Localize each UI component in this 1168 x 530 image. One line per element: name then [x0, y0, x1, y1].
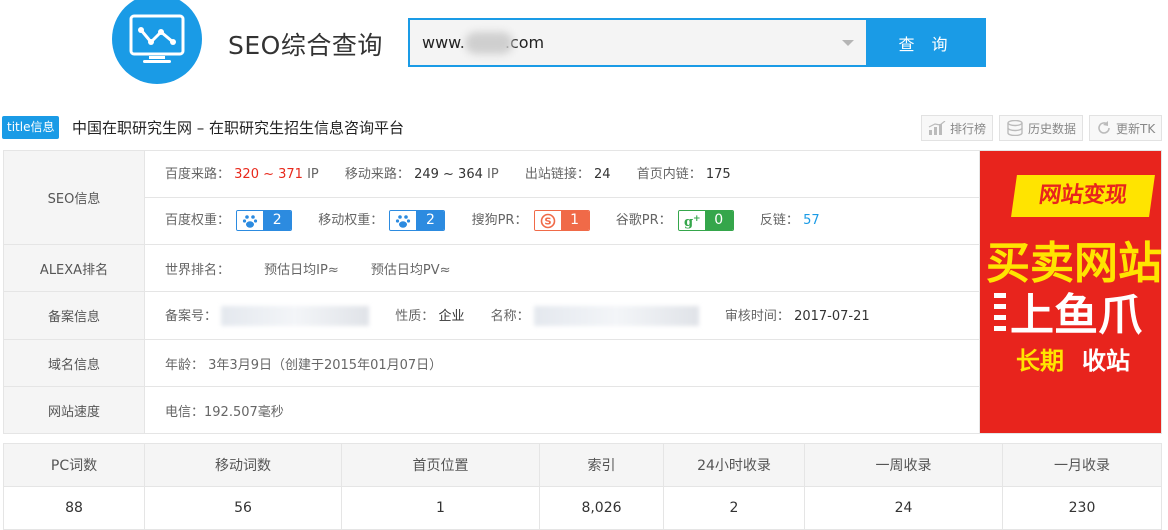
- speed-label: 网站速度: [3, 386, 145, 434]
- svg-text:S: S: [544, 216, 551, 227]
- site-logo[interactable]: [112, 0, 202, 84]
- seo-info-table: SEO信息 百度来路： 320 ~ 371 IP 移动来路： 249 ~ 364…: [3, 150, 1162, 434]
- baidu-weight: 百度权重： 2: [165, 198, 293, 244]
- seo-info-content: 百度来路： 320 ~ 371 IP 移动来路： 249 ~ 364 IP 出站…: [144, 150, 980, 245]
- stats-header: 一月收录: [1002, 443, 1162, 487]
- icp-name: 名称：: [491, 305, 699, 327]
- svg-text:+: +: [693, 214, 701, 224]
- est-daily-ip: 预估日均IP≈: [264, 262, 339, 278]
- indexed-month-value[interactable]: 230: [1002, 486, 1162, 530]
- icp-number: 备案号：: [165, 305, 370, 327]
- search-box[interactable]: www. .com: [408, 18, 868, 67]
- stats-header: PC词数: [3, 443, 145, 487]
- stats-header: 移动词数: [144, 443, 342, 487]
- search-value-prefix: www.: [422, 33, 465, 52]
- site-title: SEO综合查询: [228, 31, 383, 60]
- google-pr: 谷歌PR： g +0: [616, 198, 734, 244]
- indexed-24h-value[interactable]: 2: [663, 486, 805, 530]
- icp-name-value: [533, 306, 699, 327]
- backlinks: 反链： 57: [759, 213, 820, 228]
- weight-row: 百度权重： 2 移动权重： 2 搜狗PR： S1 谷歌PR： g +0 反链： 5…: [145, 198, 979, 244]
- seo-info-label: SEO信息: [3, 150, 145, 245]
- refresh-icon: [1098, 121, 1110, 134]
- icp-label: 备案信息: [3, 291, 145, 340]
- stats-header: 一周收录: [804, 443, 1003, 487]
- index-value[interactable]: 8,026: [539, 486, 664, 530]
- baidu-paw-icon: [396, 214, 411, 228]
- ad-top-text: 网站变现: [1011, 175, 1155, 217]
- bar-chart-icon: [928, 121, 946, 135]
- database-icon: [1007, 120, 1023, 136]
- est-daily-pv: 预估日均PV≈: [370, 262, 451, 278]
- ad-big-text: 上鱼爪: [1010, 290, 1142, 341]
- sogou-icon: S: [540, 213, 555, 228]
- sogou-pr-badge[interactable]: S1: [533, 210, 590, 231]
- domain-age: 3年3月9日: [208, 357, 272, 373]
- indexed-week-value[interactable]: 24: [804, 486, 1003, 530]
- ad-banner[interactable]: 网站变现 买卖网站 上鱼爪 长期 收站: [980, 151, 1161, 385]
- icp-number-value[interactable]: [221, 306, 370, 327]
- internal-links-value[interactable]: 175: [706, 167, 731, 182]
- alexa-content: 世界排名： 预估日均IP≈ 预估日均PV≈: [144, 244, 980, 292]
- title-badge: title信息: [2, 116, 60, 139]
- baidu-traffic-value[interactable]: 320 ~ 371: [234, 167, 303, 182]
- homepage-position-value: 1: [341, 486, 540, 530]
- outbound-links-value[interactable]: 24: [594, 167, 611, 182]
- backlinks-value[interactable]: 57: [803, 213, 820, 228]
- baidu-paw-icon: [243, 214, 258, 228]
- baidu-traffic: 百度来路： 320 ~ 371 IP: [165, 167, 319, 182]
- ad-decoration: [994, 293, 1006, 337]
- update-tk-button[interactable]: 更新TK: [1089, 115, 1163, 141]
- icp-audit-time: 审核时间： 2017-07-21: [724, 308, 870, 324]
- chart-monitor-icon: [129, 14, 185, 63]
- google-plus-icon: g +: [684, 214, 701, 229]
- page-title: 中国在职研究生网 – 在职研究生招生信息咨询平台: [72, 119, 405, 137]
- domain-label: 域名信息: [3, 339, 145, 387]
- stats-header: 24小时收录: [663, 443, 805, 487]
- google-pr-badge[interactable]: g +0: [677, 210, 734, 231]
- svg-text:g: g: [684, 215, 693, 229]
- internal-links: 首页内链： 175: [636, 167, 731, 182]
- ranking-button[interactable]: 排行榜: [921, 115, 994, 141]
- index-stats-table: PC词数 移动词数 首页位置 索引 24小时收录 一周收录 一月收录 88 56…: [3, 443, 1162, 530]
- mobile-keywords-value[interactable]: 56: [144, 486, 342, 530]
- traffic-row: 百度来路： 320 ~ 371 IP 移动来路： 249 ~ 364 IP 出站…: [145, 151, 979, 198]
- history-label: 历史数据: [1028, 121, 1077, 136]
- alexa-label: ALEXA排名: [3, 244, 145, 292]
- update-tk-label: 更新TK: [1116, 121, 1156, 136]
- mobile-traffic: 移动来路： 249 ~ 364 IP: [344, 167, 499, 182]
- ad-bottom-text: 长期 收站: [1016, 347, 1130, 375]
- outbound-links: 出站链接： 24: [524, 167, 611, 182]
- ranking-label: 排行榜: [950, 121, 987, 136]
- icp-content: 备案号： 性质： 企业 名称： 审核时间： 2017-07-21: [144, 291, 980, 340]
- world-rank[interactable]: 世界排名：: [165, 259, 230, 278]
- icp-nature: 性质： 企业: [395, 308, 465, 324]
- domain-created: （创建于2015年01月07日）: [271, 357, 443, 373]
- toolbar: 排行榜 历史数据 更新TK: [921, 115, 1163, 141]
- speed-value: 电信：192.507毫秒: [144, 386, 1162, 434]
- stats-header: 首页位置: [341, 443, 540, 487]
- domain-content: 年龄： 3年3月9日（创建于2015年01月07日）: [144, 339, 980, 387]
- history-button[interactable]: 历史数据: [999, 115, 1084, 141]
- dropdown-arrow-icon[interactable]: [842, 40, 854, 46]
- mobile-weight-badge[interactable]: 2: [389, 210, 446, 231]
- search-button[interactable]: 查 询: [866, 18, 986, 67]
- stats-header-row: PC词数 移动词数 首页位置 索引 24小时收录 一周收录 一月收录: [3, 443, 1162, 487]
- pc-keywords-value[interactable]: 88: [3, 486, 145, 530]
- blurred-domain: [465, 32, 513, 54]
- baidu-weight-badge[interactable]: 2: [236, 210, 293, 231]
- stats-value-row: 88 56 1 8,026 2 24 230: [3, 486, 1162, 530]
- sogou-pr: 搜狗PR： S1: [472, 198, 590, 244]
- stats-header: 索引: [539, 443, 664, 487]
- mobile-weight: 移动权重： 2: [318, 198, 446, 244]
